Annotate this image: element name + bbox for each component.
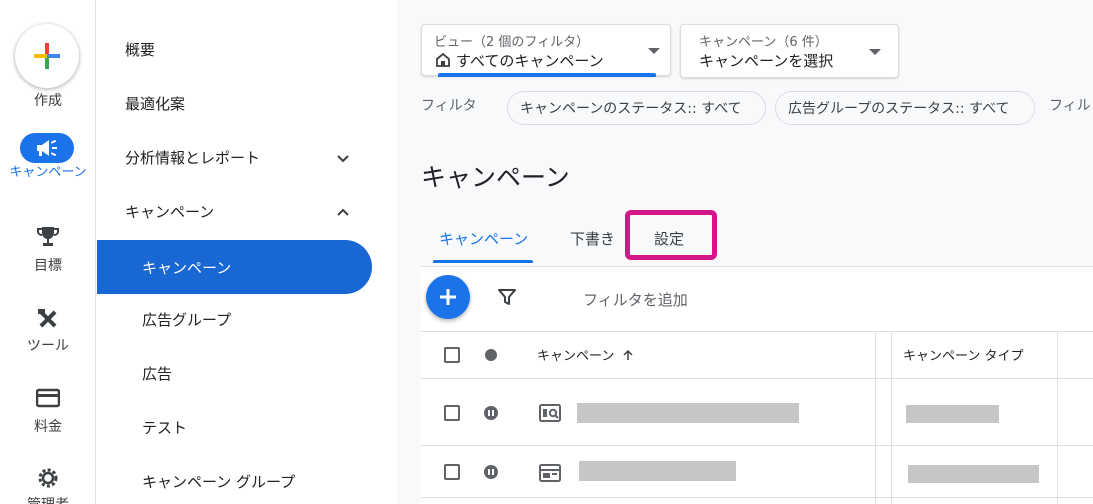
home-icon [436,53,450,67]
column-header-campaign[interactable]: キャンペーン [537,345,634,364]
sidebar-item-recommendations[interactable]: 最適化案 [97,78,372,128]
sidebar-item-label: キャンペーン [142,258,232,277]
campaign-dropdown[interactable]: キャンペーン（6 件） キャンペーンを選択 [680,24,899,78]
campaign-table: フィルタを追加 キャンペーン キャンペーン タイプ [421,266,1093,504]
sidebar-item-label: 広告 [142,364,173,383]
add-filter-link[interactable]: フィルタを追加 [583,289,688,310]
redacted-campaign-type [908,465,1039,483]
sidebar-item-label: テスト [142,418,188,437]
filter-funnel-icon[interactable] [497,287,517,307]
sidebar-item-label: 最適化案 [125,94,186,113]
divider [421,331,1093,332]
divider [421,497,1093,498]
view-dropdown[interactable]: ビュー（2 個のフィルタ） すべてのキャンペーン [421,24,671,77]
chip-label: 広告グループのステータス:: すべて [788,101,1010,117]
filter-overflow-label[interactable]: フィル [1049,95,1091,115]
sidebar-item-insights-reports[interactable]: 分析情報とレポート [97,132,372,182]
row-checkbox[interactable] [444,405,460,421]
chevron-down-icon [337,155,349,163]
view-dropdown-indicator [438,73,656,77]
trophy-icon[interactable] [34,222,62,250]
filter-label: フィルタ [421,98,477,114]
column-separator [875,331,876,504]
chip-label: キャンペーンのステータス:: すべて [520,101,742,117]
sidebar-item-experiments[interactable]: テスト [97,402,372,452]
add-campaign-button[interactable] [426,275,470,319]
main-content: ビュー（2 個のフィルタ） すべてのキャンペーン キャンペーン（6 件） キャン… [397,0,1093,504]
sidebar-item-campaign-groups[interactable]: キャンペーン グループ [97,456,372,504]
sort-arrow-up-icon [622,349,633,360]
plus-icon [34,43,60,69]
display-campaign-icon [539,464,561,482]
paused-status-icon[interactable] [484,465,498,479]
column-header-campaign-type[interactable]: キャンペーン タイプ [903,345,1023,364]
rail-label-campaigns: キャンペーン [9,165,87,180]
status-header-icon [485,349,497,361]
page-title: キャンペーン [421,163,570,192]
rail-label-admin: 管理者 [0,494,96,504]
divider [421,378,1093,379]
settings-tab-highlight [625,210,717,260]
column-separator [891,331,892,504]
chevron-up-icon [337,208,349,216]
gear-icon[interactable] [34,464,62,492]
sidebar-item-label: キャンペーン グループ [142,472,296,491]
column-header-label: キャンペーン [537,349,615,364]
sidebar-item-overview[interactable]: 概要 [97,24,372,74]
filter-chip-campaign-status[interactable]: キャンペーンのステータス:: すべて [507,91,766,125]
campaign-dropdown-value: キャンペーンを選択 [699,52,834,70]
create-label: 作成 [34,93,62,109]
sidebar-item-label: 分析情報とレポート [125,148,261,167]
sidebar: 概要 最適化案 分析情報とレポート キャンペーン キャンペーン 広告グループ 広… [97,0,397,504]
credit-card-icon[interactable] [34,384,62,412]
column-separator [1057,331,1058,504]
sidebar-item-label: 広告グループ [142,310,232,329]
dropdown-arrow-icon [869,49,881,55]
sidebar-item-ad-groups[interactable]: 広告グループ [97,294,372,344]
left-rail: 作成 キャンペーン 目標 ツール 料金 [0,0,96,504]
tab-drafts[interactable]: 下書き [570,228,615,249]
plus-icon [440,289,456,305]
dropdown-arrow-icon [648,48,660,54]
sidebar-item-label: 概要 [125,40,156,59]
search-campaign-icon [539,404,561,422]
sidebar-item-label: キャンペーン [125,202,215,221]
rail-item-campaigns[interactable] [20,133,74,163]
redacted-campaign-type [906,405,999,423]
filter-chip-adgroup-status[interactable]: 広告グループのステータス:: すべて [775,91,1035,125]
rail-label-goals: 目標 [34,258,62,274]
sidebar-item-campaigns-group[interactable]: キャンペーン [97,186,372,236]
megaphone-icon [37,139,57,157]
tools-icon[interactable] [34,305,62,333]
view-dropdown-caption: ビュー（2 個のフィルタ） [434,35,590,50]
sidebar-item-campaigns[interactable]: キャンペーン [97,240,372,294]
row-checkbox[interactable] [444,464,460,480]
redacted-campaign-name [579,461,736,481]
rail-label-tools: ツール [27,338,69,354]
active-tab-indicator [433,260,533,263]
redacted-campaign-name [577,403,799,423]
select-all-checkbox[interactable] [444,347,460,363]
divider [421,445,1093,446]
tab-campaigns[interactable]: キャンペーン [439,228,528,249]
view-dropdown-value: すべてのキャンペーン [456,52,604,70]
create-button[interactable] [15,24,79,88]
sidebar-item-ads[interactable]: 広告 [97,348,372,398]
campaign-dropdown-caption: キャンペーン（6 件） [699,35,828,50]
paused-status-icon[interactable] [484,406,498,420]
rail-label-billing: 料金 [34,419,62,435]
